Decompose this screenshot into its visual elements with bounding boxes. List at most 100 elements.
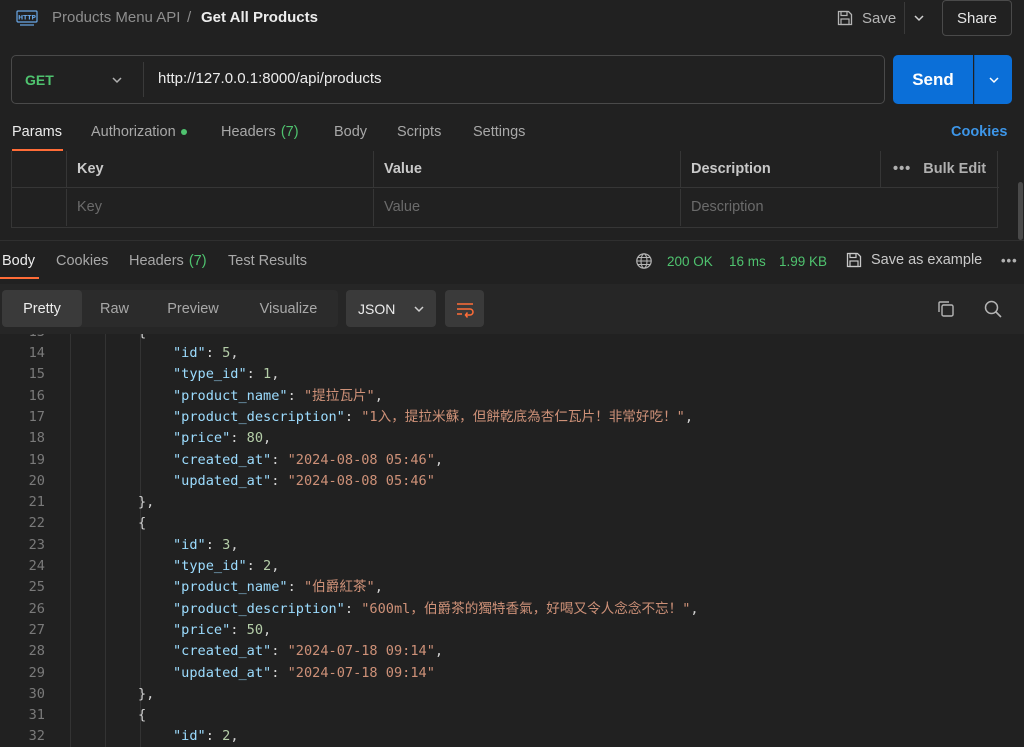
response-tab-headers[interactable]: Headers (7) <box>129 253 207 269</box>
more-options-icon[interactable]: ••• <box>1001 253 1018 268</box>
response-tab-test-results[interactable]: Test Results <box>228 253 307 269</box>
code-text: "price": 50, <box>173 620 271 641</box>
breadcrumb-request-name[interactable]: Get All Products <box>201 9 318 26</box>
response-tab-cookies[interactable]: Cookies <box>56 253 108 269</box>
tab-params[interactable]: Params <box>12 124 62 140</box>
code-token: "created_at" <box>173 643 272 660</box>
code-token: , <box>690 600 699 617</box>
response-size[interactable]: 1.99 KB <box>779 254 827 269</box>
tab-authorization[interactable]: Authorization <box>91 124 187 140</box>
bulk-edit-button[interactable]: ••• Bulk Edit <box>893 151 986 187</box>
code-line: 13 { <box>0 334 1024 343</box>
status-code[interactable]: 200 OK <box>667 254 713 269</box>
code-token: , <box>374 387 383 404</box>
save-as-example-button[interactable]: Save as example <box>845 251 982 269</box>
code-token: : <box>287 579 304 596</box>
code-text: "updated_at": "2024-07-18 09:14" <box>173 663 435 684</box>
view-preview-button[interactable]: Preview <box>147 290 239 327</box>
code-token: : <box>271 472 288 489</box>
code-token: }, <box>138 494 155 511</box>
more-options-icon: ••• <box>893 161 912 177</box>
send-button[interactable]: Send <box>893 55 973 104</box>
code-line: 26 "product_description": "600ml，伯爵茶的獨特香氣… <box>0 599 1024 620</box>
code-text: { <box>138 334 146 343</box>
code-text: "product_description": "1入，提拉米蘇，但餅乾底為杏仁瓦… <box>173 407 693 428</box>
code-token: : <box>287 387 304 404</box>
wrap-lines-icon <box>456 302 474 318</box>
view-pretty-button[interactable]: Pretty <box>2 290 82 327</box>
tab-headers-label: Headers <box>221 124 276 140</box>
line-number: 14 <box>28 345 45 361</box>
send-options-button[interactable] <box>974 55 1012 104</box>
code-text: { <box>138 513 146 534</box>
breadcrumb-separator: / <box>187 9 192 26</box>
code-token: 1 <box>263 366 272 383</box>
headers-count: (7) <box>280 124 299 140</box>
tab-headers[interactable]: Headers (7) <box>221 124 299 140</box>
line-number: 27 <box>28 621 45 638</box>
code-token: "2024-07-18 09:14" <box>287 643 435 660</box>
response-tab-body[interactable]: Body <box>2 253 35 269</box>
code-token: "id" <box>173 345 206 361</box>
copy-icon[interactable] <box>936 299 956 319</box>
view-visualize-button[interactable]: Visualize <box>239 290 338 327</box>
code-text: "id": 5, <box>173 343 239 364</box>
code-line: 24 "type_id": 2, <box>0 556 1024 577</box>
code-token: "product_name" <box>173 387 288 404</box>
param-description-input[interactable]: Description <box>680 189 999 226</box>
chevron-down-icon <box>414 305 424 312</box>
request-scrollbar[interactable] <box>1018 182 1023 240</box>
code-text: "product_name": "提拉瓦片", <box>173 386 383 407</box>
response-body-editor[interactable]: 13 {14 "id": 5, 15 "type_id": 1, 16 "product_n… <box>0 334 1024 747</box>
code-line: 20 "updated_at": "2024-08-08 05:46" <box>0 471 1024 492</box>
code-token: "type_id" <box>173 558 247 574</box>
tab-settings[interactable]: Settings <box>473 124 525 140</box>
code-token: : <box>230 430 247 447</box>
save-options-button[interactable] <box>904 2 932 34</box>
save-button[interactable]: Save <box>832 4 902 32</box>
method-select[interactable]: GET <box>25 72 54 88</box>
param-key-input[interactable]: Key <box>66 189 373 226</box>
bulk-edit-label: Bulk Edit <box>923 161 987 177</box>
view-raw-button[interactable]: Raw <box>82 290 147 327</box>
code-line: 30}, <box>0 684 1024 705</box>
response-tab-headers-label: Headers <box>129 253 184 269</box>
tab-scripts[interactable]: Scripts <box>397 124 441 140</box>
code-token: "product_name" <box>173 579 288 596</box>
url-input[interactable] <box>158 70 858 87</box>
wrap-lines-button[interactable] <box>445 290 484 327</box>
code-text: "product_description": "600ml，伯爵茶的獨特香氣，好… <box>173 599 699 620</box>
http-request-icon: HTTP <box>16 10 38 26</box>
code-token: "product_description" <box>173 600 345 617</box>
code-token: : <box>230 621 247 638</box>
response-tabs: Body Cookies Headers (7) Test Results 200… <box>0 244 1024 280</box>
breadcrumb-collection[interactable]: Products Menu API <box>52 9 180 26</box>
code-token: "提拉瓦片" <box>303 387 375 404</box>
share-button[interactable]: Share <box>942 0 1012 36</box>
code-text: "price": 80, <box>173 428 271 449</box>
code-line: 23 "id": 3, <box>0 535 1024 556</box>
header-bar: HTTP Products Menu API / Get All Product… <box>0 0 1024 36</box>
code-line: 19 "created_at": "2024-08-08 05:46", <box>0 450 1024 471</box>
panel-divider[interactable] <box>0 240 1024 241</box>
code-token: "2024-08-08 05:46" <box>287 472 435 489</box>
code-token: : <box>271 664 288 681</box>
line-number: 20 <box>28 472 45 489</box>
search-icon[interactable] <box>983 299 1003 319</box>
code-token: , <box>271 558 280 574</box>
tab-body[interactable]: Body <box>334 124 367 140</box>
format-select[interactable]: JSON <box>346 290 436 327</box>
response-time[interactable]: 16 ms <box>729 254 766 269</box>
line-number: 32 <box>28 728 45 745</box>
param-value-input[interactable]: Value <box>373 189 680 226</box>
globe-icon[interactable] <box>635 252 653 270</box>
code-token: 80 <box>246 430 264 447</box>
code-text: "type_id": 2, <box>173 556 279 577</box>
active-tab-indicator <box>0 277 39 279</box>
code-token: : <box>344 408 362 425</box>
params-table: Key Value Description ••• Bulk Edit Key V… <box>11 151 999 228</box>
code-line: 32 "id": 2, <box>0 726 1024 747</box>
code-line: 21}, <box>0 492 1024 513</box>
cookies-link[interactable]: Cookies <box>951 124 1007 140</box>
chevron-down-icon[interactable] <box>110 73 124 87</box>
